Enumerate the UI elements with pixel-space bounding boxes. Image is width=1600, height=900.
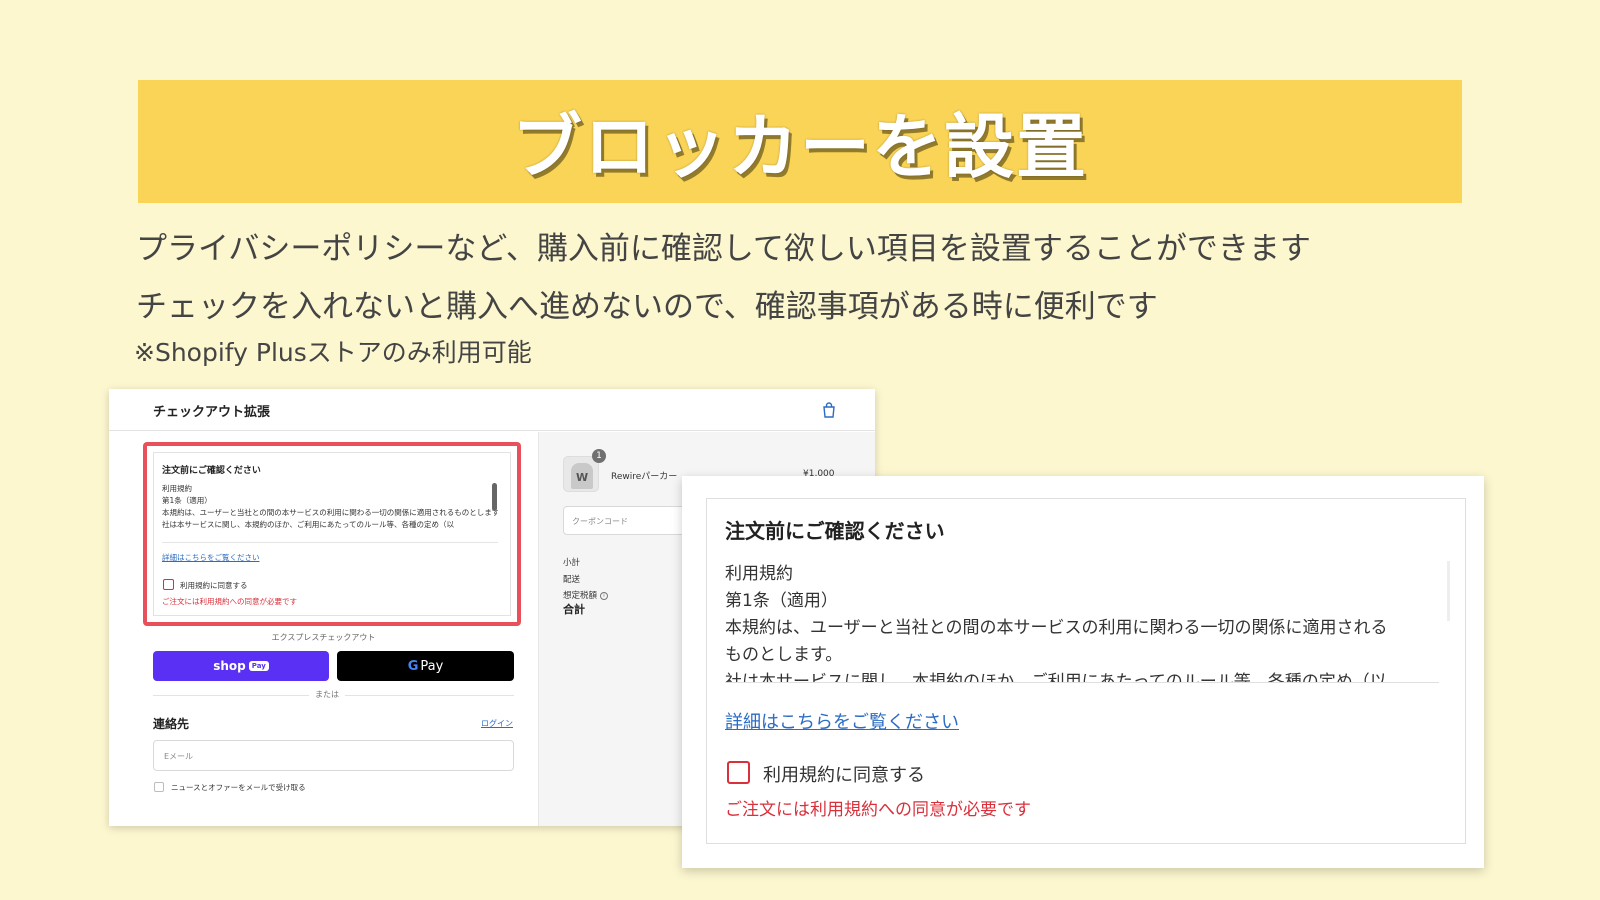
- zoomed-agree-terms-label[interactable]: 利用規約に同意する: [763, 761, 925, 787]
- description-line-2: チェックを入れないと購入へ進めないので、確認事項がある時に便利です: [136, 289, 1158, 325]
- terms-line: 本規約は、ユーザーと当社との間の本サービスの利用に関わる一切の関係に適用されるも…: [162, 508, 498, 517]
- agree-required-error: ご注文には利用規約への同意が必要です: [162, 597, 297, 606]
- checkout-header-title: チェックアウト拡張: [153, 405, 271, 420]
- zoomed-terms-scroll-area[interactable]: 利用規約 第1条（適用） 本規約は、ユーザーと当社との間の本サービスの利用に関わ…: [725, 561, 1439, 683]
- consent-blocker-highlight: 注文前にご確認ください 利用規約 第1条（適用） 本規約は、ユーザーと当社との間…: [143, 442, 521, 626]
- tax-row: 想定税額 i: [563, 589, 609, 601]
- shopping-bag-icon[interactable]: [822, 402, 836, 418]
- info-icon[interactable]: i: [600, 591, 609, 600]
- or-divider-text: または: [309, 689, 345, 700]
- consent-blocker: 注文前にご確認ください 利用規約 第1条（適用） 本規約は、ユーザーと当社との間…: [153, 452, 511, 616]
- checkout-header: チェックアウト拡張: [109, 389, 875, 431]
- terms-line: 利用規約: [162, 484, 192, 493]
- product-name: Rewireパーカー: [611, 472, 678, 482]
- zoomed-terms-line: 本規約は、ユーザーと当社との間の本サービスの利用に関わる一切の関係に適用される: [725, 618, 1388, 638]
- google-g-icon: G: [407, 658, 419, 674]
- title-banner: ブロッカーを設置: [138, 80, 1462, 203]
- shop-pay-chip: Pay: [248, 661, 269, 671]
- zoomed-terms-line: 社は本サービスに関し、本規約のほか、ご利用にあたってのルール等、各種の定め（以: [725, 672, 1387, 683]
- agree-terms-checkbox[interactable]: [163, 579, 174, 590]
- slide-title: ブロッカーを設置: [512, 106, 1088, 188]
- quantity-badge: 1: [592, 449, 606, 463]
- zoomed-terms-details-link[interactable]: 詳細はこちらをご覧ください: [725, 708, 959, 734]
- terms-line: 社は本サービスに関し、本規約のほか、ご利用にあたってのルール等、各種の定め（以: [162, 520, 454, 529]
- tax-label: 想定税額: [563, 591, 598, 601]
- email-input[interactable]: Eメール: [153, 740, 514, 771]
- email-placeholder: Eメール: [164, 752, 194, 761]
- zoomed-blocker: 注文前にご確認ください 利用規約 第1条（適用） 本規約は、ユーザーと当社との間…: [706, 498, 1466, 844]
- total-label: 合計: [563, 603, 585, 616]
- terms-details-link[interactable]: 詳細はこちらをご覧ください: [162, 552, 260, 563]
- coupon-placeholder: クーポンコード: [572, 517, 628, 526]
- zoomed-blocker-title: 注文前にご確認ください: [725, 519, 945, 543]
- login-link[interactable]: ログイン: [481, 718, 513, 729]
- shop-pay-button[interactable]: shop Pay: [153, 651, 329, 681]
- terms-line: 第1条（適用）: [162, 496, 212, 505]
- contact-section-title: 連絡先: [153, 717, 190, 731]
- google-pay-button[interactable]: G Pay: [337, 651, 514, 681]
- newsletter-checkbox[interactable]: [154, 782, 164, 792]
- terms-scroll-area[interactable]: 利用規約 第1条（適用） 本規約は、ユーザーと当社との間の本サービスの利用に関わ…: [162, 483, 498, 543]
- google-pay-label: Pay: [420, 658, 444, 674]
- zoomed-terms-line: 利用規約: [725, 564, 793, 584]
- zoomed-terms-line: ものとします。: [725, 645, 843, 665]
- terms-scrollbar[interactable]: [492, 483, 497, 511]
- hoodie-logo: W: [576, 471, 589, 484]
- zoomed-terms-scrollbar[interactable]: [1447, 561, 1450, 621]
- zoomed-agree-terms-checkbox[interactable]: [727, 761, 750, 784]
- newsletter-label[interactable]: ニュースとオファーをメールで受け取る: [171, 782, 306, 793]
- shipping-label: 配送: [563, 575, 581, 585]
- shop-pay-label: shop: [213, 659, 246, 673]
- description-line-1: プライバシーポリシーなど、購入前に確認して欲しい項目を設置することができます: [136, 231, 1311, 267]
- express-checkout-label: エクスプレスチェックアウト: [271, 633, 376, 642]
- agree-terms-label[interactable]: 利用規約に同意する: [180, 580, 248, 591]
- subtotal-label: 小計: [563, 558, 581, 568]
- zoomed-terms-line: 第1条（適用）: [725, 591, 838, 611]
- zoomed-blocker-screenshot: 注文前にご確認ください 利用規約 第1条（適用） 本規約は、ユーザーと当社との間…: [682, 476, 1484, 868]
- zoomed-agree-required-error: ご注文には利用規約への同意が必要です: [725, 800, 1031, 820]
- blocker-title: 注文前にご確認ください: [162, 466, 261, 476]
- plus-only-note: ※Shopify Plusストアのみ利用可能: [134, 338, 532, 367]
